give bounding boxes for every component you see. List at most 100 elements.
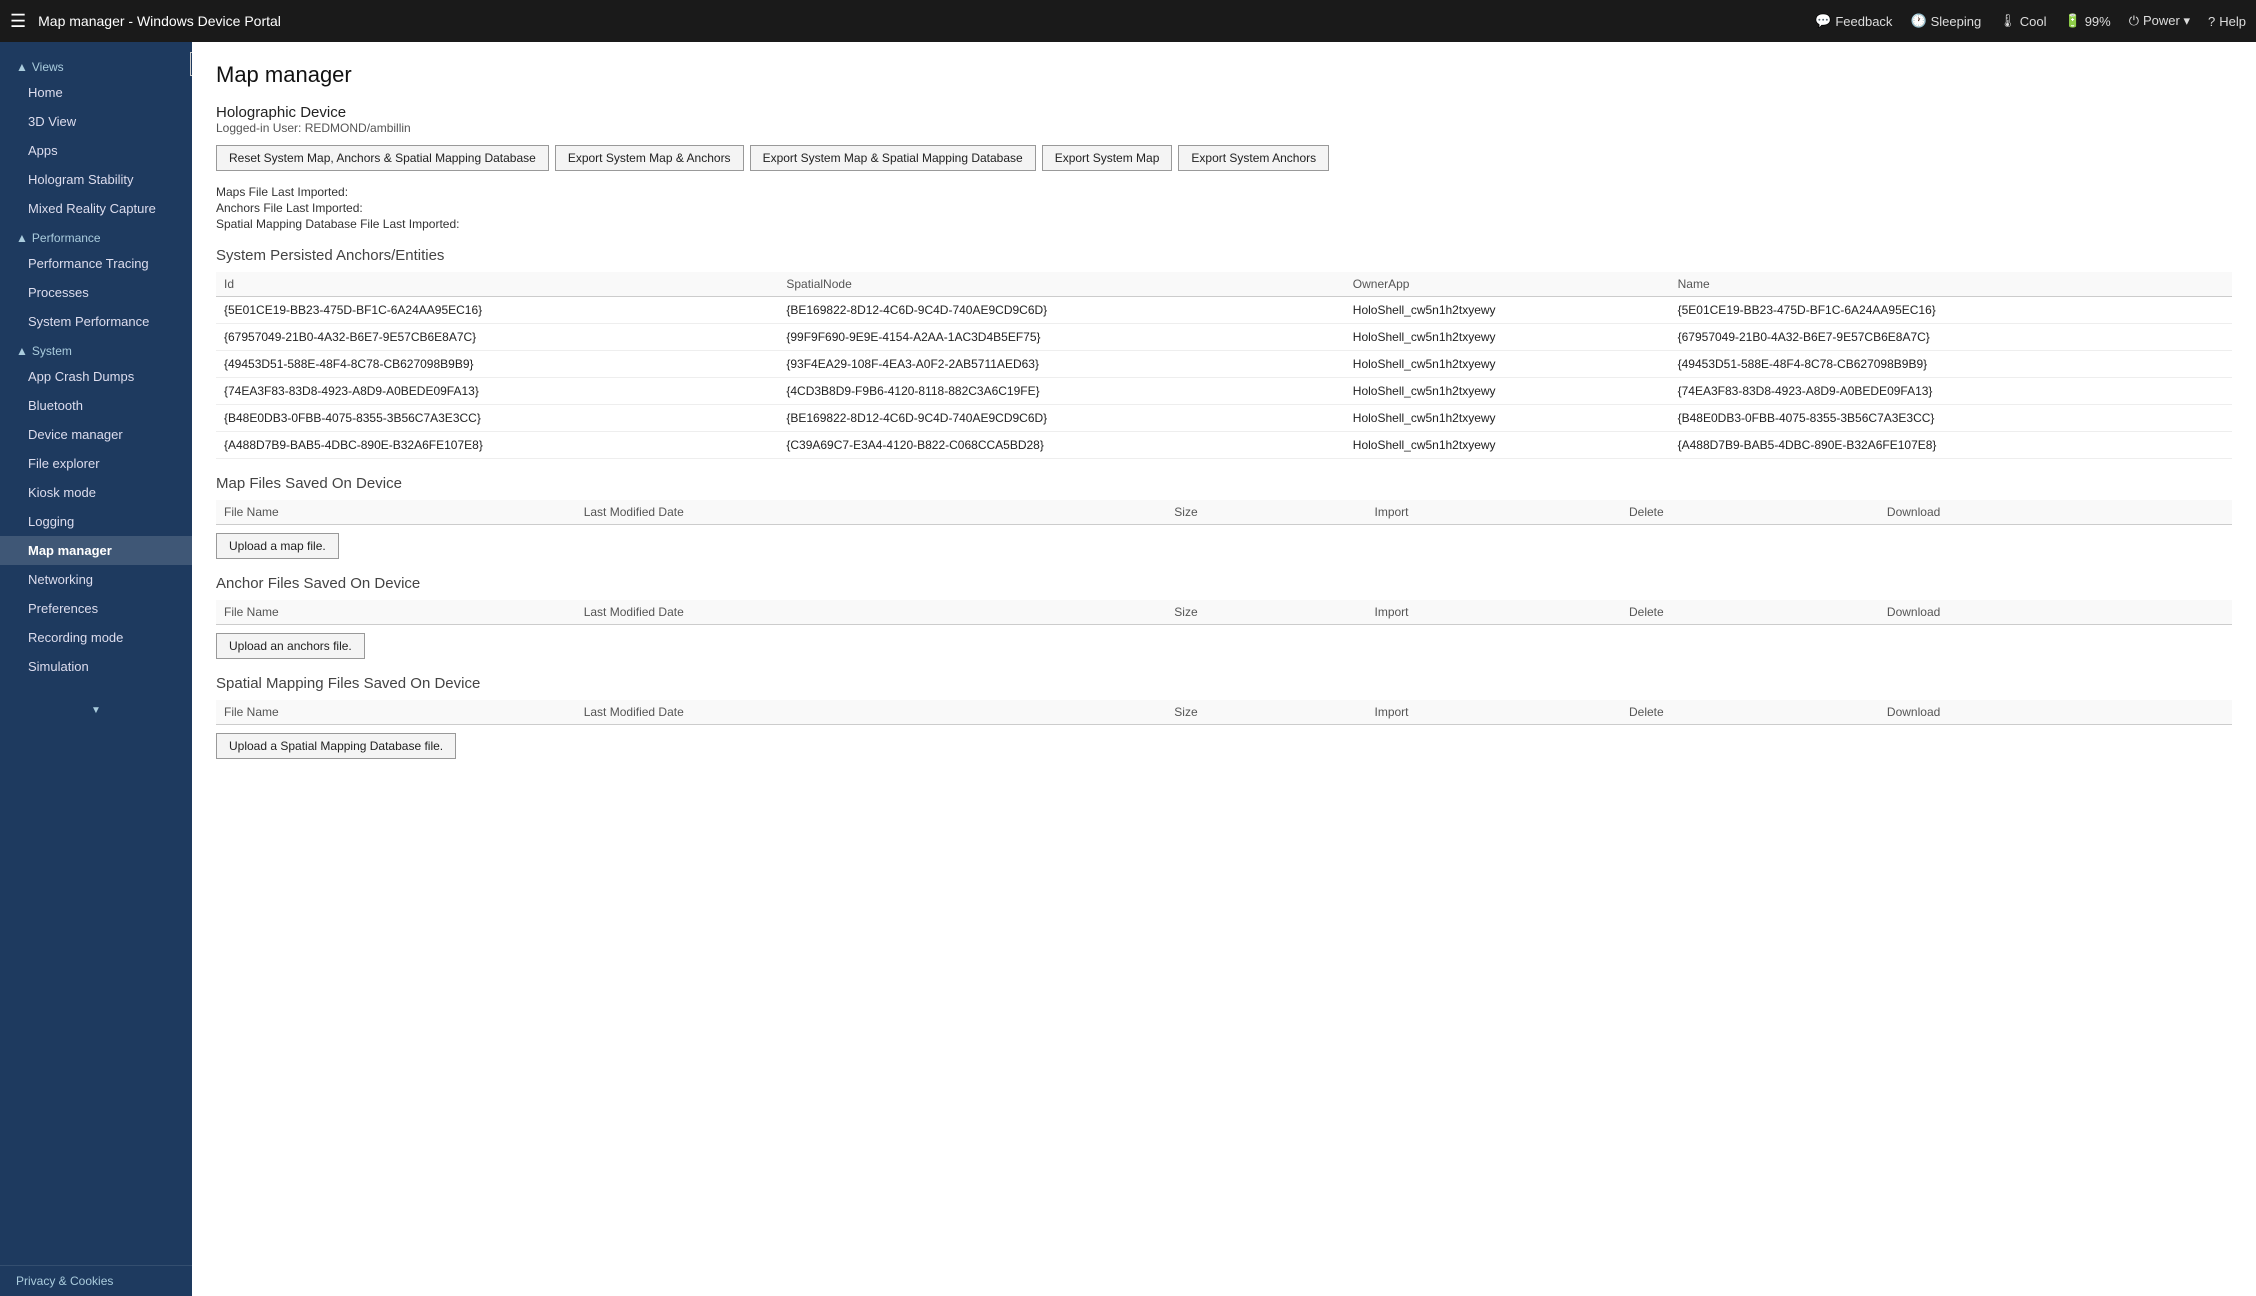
- top-actions: 💬 Feedback 🕐 Sleeping 🌡 Cool 🔋 99% ⏻ Pow…: [1815, 13, 2246, 29]
- export-system-anchors-btn[interactable]: Export System Anchors: [1178, 145, 1329, 171]
- sidebar-item-home[interactable]: Home: [0, 78, 192, 107]
- upload-anchors-btn[interactable]: Upload an anchors file.: [216, 633, 365, 659]
- sidebar-item-system-perf[interactable]: System Performance: [0, 307, 192, 336]
- map-files-section-title: Map Files Saved On Device: [216, 475, 2232, 492]
- sidebar-item-file-explorer[interactable]: File explorer: [0, 449, 192, 478]
- spatial-col-import: Import: [1367, 700, 1622, 725]
- anchor-col-delete: Delete: [1621, 600, 1879, 625]
- anchors-table: Id SpatialNode OwnerApp Name {5E01CE19-B…: [216, 272, 2232, 459]
- upload-spatial-btn[interactable]: Upload a Spatial Mapping Database file.: [216, 733, 456, 759]
- views-label: Views: [32, 60, 64, 74]
- sidebar-item-device-manager-label: Device manager: [28, 427, 123, 442]
- col-name: Name: [1670, 272, 2232, 297]
- action-buttons: Reset System Map, Anchors & Spatial Mapp…: [216, 145, 2232, 171]
- main-content: Map manager Holographic Device Logged-in…: [192, 42, 2256, 1296]
- table-cell-name: {B48E0DB3-0FBB-4075-8355-3B56C7A3E3CC}: [1670, 405, 2232, 432]
- power-label: Power ▾: [2143, 13, 2190, 29]
- power-icon: ⏻: [2129, 13, 2139, 29]
- spatial-file-info: Spatial Mapping Database File Last Impor…: [216, 217, 2232, 231]
- views-section-header[interactable]: ▲ Views: [0, 52, 192, 78]
- sidebar: ◀ ▲ Views Home 3D View Apps Hologram Sta…: [0, 42, 192, 1296]
- table-row: {5E01CE19-BB23-475D-BF1C-6A24AA95EC16} {B…: [216, 297, 2232, 324]
- feedback-icon: 💬: [1815, 13, 1831, 29]
- cool-btn[interactable]: 🌡 Cool: [1999, 13, 2046, 29]
- table-cell-spatial_node: {BE169822-8D12-4C6D-9C4D-740AE9CD9C6D}: [778, 297, 1344, 324]
- help-icon: ?: [2208, 14, 2215, 29]
- sidebar-item-map-manager-label: Map manager: [28, 543, 112, 558]
- map-col-import: Import: [1367, 500, 1622, 525]
- table-cell-spatial_node: {99F9F690-9E9E-4154-A2AA-1AC3D4B5EF75}: [778, 324, 1344, 351]
- table-cell-owner_app: HoloShell_cw5n1h2txyewy: [1345, 405, 1670, 432]
- sidebar-item-simulation[interactable]: Simulation: [0, 652, 192, 681]
- anchor-col-import: Import: [1367, 600, 1622, 625]
- sidebar-item-hologram-stability-label: Hologram Stability: [28, 172, 134, 187]
- sidebar-item-3dview-label: 3D View: [28, 114, 76, 129]
- anchor-files-table: File Name Last Modified Date Size Import…: [216, 600, 2232, 625]
- help-label: Help: [2219, 14, 2246, 29]
- privacy-cookies-link[interactable]: Privacy & Cookies: [0, 1265, 192, 1296]
- spatial-files-table: File Name Last Modified Date Size Import…: [216, 700, 2232, 725]
- anchor-col-date: Last Modified Date: [576, 600, 1167, 625]
- table-cell-id: {49453D51-588E-48F4-8C78-CB627098B9B9}: [216, 351, 778, 378]
- sidebar-item-apps-label: Apps: [28, 143, 58, 158]
- layout: ◀ ▲ Views Home 3D View Apps Hologram Sta…: [0, 42, 2256, 1296]
- performance-section-header[interactable]: ▲ Performance: [0, 223, 192, 249]
- table-row: {A488D7B9-BAB5-4DBC-890E-B32A6FE107E8}{C…: [216, 432, 2232, 459]
- map-col-size: Size: [1166, 500, 1366, 525]
- spatial-files-section-title: Spatial Mapping Files Saved On Device: [216, 675, 2232, 692]
- sidebar-item-bluetooth[interactable]: Bluetooth: [0, 391, 192, 420]
- sidebar-item-simulation-label: Simulation: [28, 659, 89, 674]
- logged-in-user: Logged-in User: REDMOND/ambillin: [216, 121, 2232, 135]
- sidebar-item-crash-dumps-label: App Crash Dumps: [28, 369, 134, 384]
- spatial-col-filename: File Name: [216, 700, 576, 725]
- sidebar-item-mixed-reality[interactable]: Mixed Reality Capture: [0, 194, 192, 223]
- table-cell-id: {A488D7B9-BAB5-4DBC-890E-B32A6FE107E8}: [216, 432, 778, 459]
- hamburger-menu[interactable]: ☰: [10, 11, 26, 32]
- upload-map-btn[interactable]: Upload a map file.: [216, 533, 339, 559]
- map-col-delete: Delete: [1621, 500, 1879, 525]
- sidebar-item-3dview[interactable]: 3D View: [0, 107, 192, 136]
- sidebar-collapse-btn[interactable]: ◀: [190, 52, 192, 76]
- app-title: Map manager - Windows Device Portal: [38, 13, 1815, 29]
- help-btn[interactable]: ? Help: [2208, 14, 2246, 29]
- sidebar-item-recording-mode-label: Recording mode: [28, 630, 123, 645]
- feedback-btn[interactable]: 💬 Feedback: [1815, 13, 1892, 29]
- table-cell-owner_app: HoloShell_cw5n1h2txyewy: [1345, 378, 1670, 405]
- sidebar-item-networking-label: Networking: [28, 572, 93, 587]
- battery-icon: 🔋: [2065, 13, 2081, 29]
- sidebar-item-device-manager[interactable]: Device manager: [0, 420, 192, 449]
- sidebar-item-perf-tracing[interactable]: Performance Tracing: [0, 249, 192, 278]
- topbar: ☰ Map manager - Windows Device Portal 💬 …: [0, 0, 2256, 42]
- sidebar-item-processes[interactable]: Processes: [0, 278, 192, 307]
- sidebar-item-hologram-stability[interactable]: Hologram Stability: [0, 165, 192, 194]
- views-toggle-icon: ▲: [16, 60, 28, 74]
- sidebar-item-preferences[interactable]: Preferences: [0, 594, 192, 623]
- reset-system-map-btn[interactable]: Reset System Map, Anchors & Spatial Mapp…: [216, 145, 549, 171]
- export-map-anchors-btn[interactable]: Export System Map & Anchors: [555, 145, 744, 171]
- export-map-spatial-btn[interactable]: Export System Map & Spatial Mapping Data…: [750, 145, 1036, 171]
- sidebar-item-logging-label: Logging: [28, 514, 74, 529]
- table-cell-name: {5E01CE19-BB23-475D-BF1C-6A24AA95EC16}: [1670, 297, 2232, 324]
- sidebar-item-kiosk-mode[interactable]: Kiosk mode: [0, 478, 192, 507]
- table-cell-spatial_node: {BE169822-8D12-4C6D-9C4D-740AE9CD9C6D}: [778, 405, 1344, 432]
- sleeping-btn[interactable]: 🕐 Sleeping: [1910, 13, 1981, 29]
- sidebar-item-apps[interactable]: Apps: [0, 136, 192, 165]
- sidebar-item-logging[interactable]: Logging: [0, 507, 192, 536]
- sidebar-item-system-perf-label: System Performance: [28, 314, 149, 329]
- sidebar-item-crash-dumps[interactable]: App Crash Dumps: [0, 362, 192, 391]
- power-btn[interactable]: ⏻ Power ▾: [2129, 13, 2190, 29]
- table-cell-name: {A488D7B9-BAB5-4DBC-890E-B32A6FE107E8}: [1670, 432, 2232, 459]
- sidebar-item-bluetooth-label: Bluetooth: [28, 398, 83, 413]
- sidebar-scroll-down[interactable]: ▼: [0, 701, 192, 719]
- sleeping-icon: 🕐: [1910, 13, 1926, 29]
- spatial-col-date: Last Modified Date: [576, 700, 1167, 725]
- sidebar-item-map-manager[interactable]: Map manager: [0, 536, 192, 565]
- sidebar-item-recording-mode[interactable]: Recording mode: [0, 623, 192, 652]
- export-system-map-btn[interactable]: Export System Map: [1042, 145, 1173, 171]
- sidebar-item-networking[interactable]: Networking: [0, 565, 192, 594]
- system-section-header[interactable]: ▲ System: [0, 336, 192, 362]
- anchor-files-section-title: Anchor Files Saved On Device: [216, 575, 2232, 592]
- battery-btn[interactable]: 🔋 99%: [2065, 13, 2111, 29]
- anchors-section-title: System Persisted Anchors/Entities: [216, 247, 2232, 264]
- table-cell-id: {B48E0DB3-0FBB-4075-8355-3B56C7A3E3CC}: [216, 405, 778, 432]
